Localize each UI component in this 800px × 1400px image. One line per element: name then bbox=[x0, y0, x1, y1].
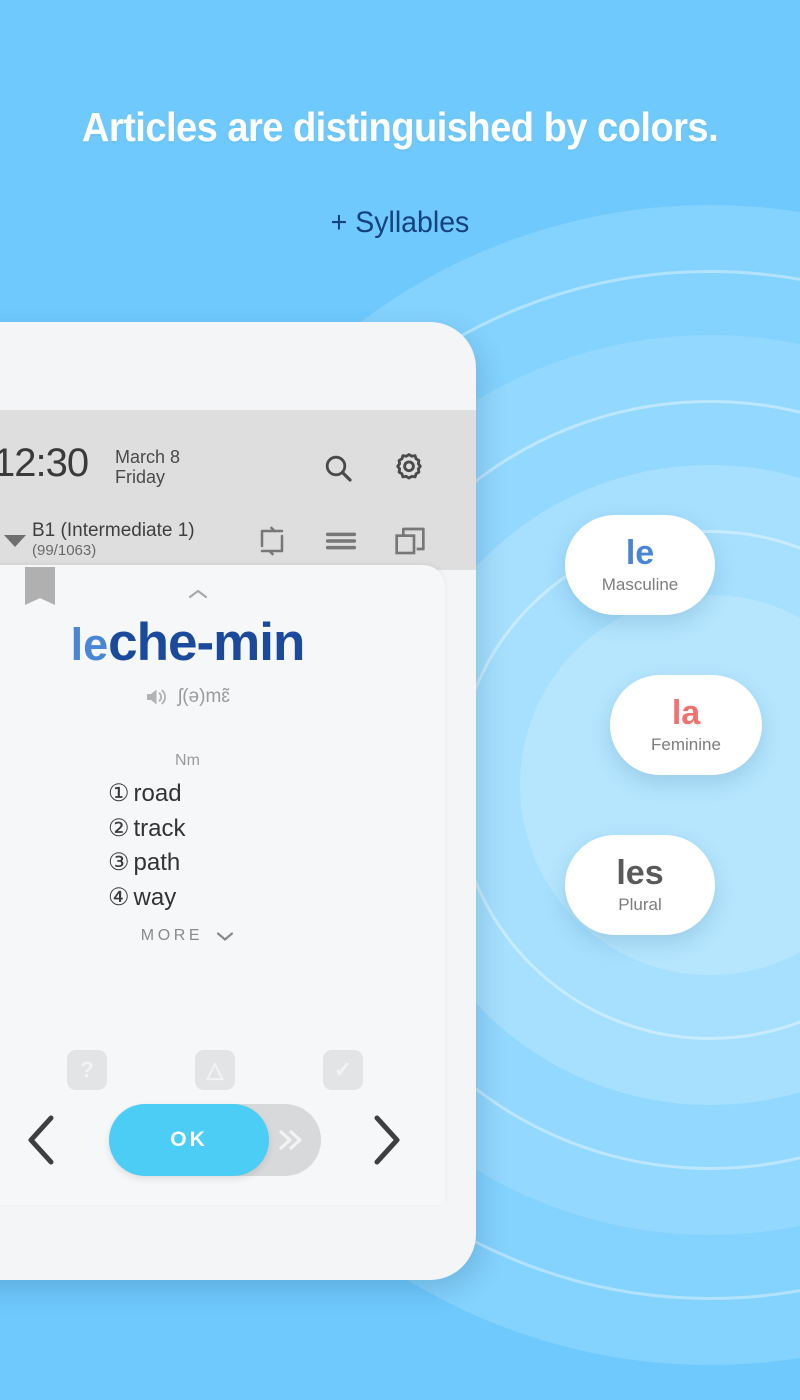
chevron-left-icon[interactable] bbox=[23, 1112, 63, 1168]
promo-screenshot: Articles are distinguished by colors. + … bbox=[0, 0, 800, 1400]
article-card-feminine[interactable]: la Feminine bbox=[610, 675, 762, 775]
ipa-transcription: ʃ(ə)mɛ̃ bbox=[178, 686, 230, 707]
caret-down-icon[interactable] bbox=[4, 535, 26, 547]
level-label: B1 (Intermediate 1) bbox=[32, 520, 195, 541]
level-progress: (99/1063) bbox=[32, 542, 97, 560]
more-label: MORE bbox=[140, 927, 204, 944]
chevron-up-icon[interactable] bbox=[186, 588, 210, 600]
stacked-cards-icon[interactable] bbox=[394, 525, 426, 557]
article-label: Plural bbox=[618, 894, 662, 914]
status-date: March 8 bbox=[115, 447, 181, 467]
ok-skip-pill[interactable]: OK bbox=[109, 1104, 321, 1176]
list-item: ③ path bbox=[108, 849, 181, 877]
ok-button[interactable]: OK bbox=[109, 1104, 269, 1176]
double-chevron-right-icon[interactable] bbox=[277, 1128, 305, 1152]
promo-subhead: + Syllables bbox=[330, 206, 470, 239]
more-button[interactable]: MORE bbox=[0, 927, 455, 945]
article-label: Masculine bbox=[601, 574, 679, 594]
hint-button[interactable]: ? bbox=[67, 1050, 107, 1090]
promo-headline: Articles are distinguished by colors. bbox=[81, 104, 719, 150]
repeat-icon[interactable] bbox=[257, 526, 287, 556]
article-word: le bbox=[625, 533, 655, 572]
warn-button[interactable]: △ bbox=[195, 1050, 235, 1090]
done-button[interactable]: ✓ bbox=[323, 1050, 363, 1090]
status-weekday: Friday bbox=[115, 467, 166, 488]
chevron-right-icon[interactable] bbox=[365, 1112, 405, 1168]
headword-word: che-min bbox=[108, 613, 305, 672]
status-date-block: March 8 Friday bbox=[115, 447, 180, 488]
level-text-block[interactable]: B1 (Intermediate 1) (99/1063) bbox=[32, 520, 195, 560]
mini-button-row: ? △ ✓ bbox=[0, 1050, 455, 1094]
list-item: ① road bbox=[108, 780, 182, 807]
article-word: les bbox=[616, 853, 664, 892]
phone-mockup: 12:30 March 8 Friday B1 (Intermediate 1)… bbox=[0, 322, 476, 1280]
part-of-speech: Nm bbox=[175, 752, 200, 769]
pronunciation-row[interactable]: ʃ(ə)mɛ̃ bbox=[0, 686, 455, 708]
status-time: 12:30 bbox=[0, 441, 89, 485]
definition-list: ① road ② track ③ path ④ way bbox=[108, 777, 186, 915]
gear-icon[interactable] bbox=[392, 450, 426, 484]
headword: leche-min bbox=[0, 612, 455, 673]
hamburger-menu-icon[interactable] bbox=[325, 530, 357, 552]
speaker-icon[interactable] bbox=[145, 686, 169, 708]
article-label: Feminine bbox=[651, 734, 721, 754]
search-icon[interactable] bbox=[322, 452, 354, 484]
headword-article: le bbox=[70, 619, 109, 670]
article-word: la bbox=[671, 693, 701, 732]
list-item: ② track bbox=[108, 814, 186, 842]
ok-label: OK bbox=[170, 1128, 208, 1151]
article-card-masculine[interactable]: le Masculine bbox=[565, 515, 715, 615]
list-item: ④ way bbox=[108, 883, 177, 911]
article-card-plural[interactable]: les Plural bbox=[565, 835, 715, 935]
chevron-down-icon bbox=[217, 931, 234, 941]
